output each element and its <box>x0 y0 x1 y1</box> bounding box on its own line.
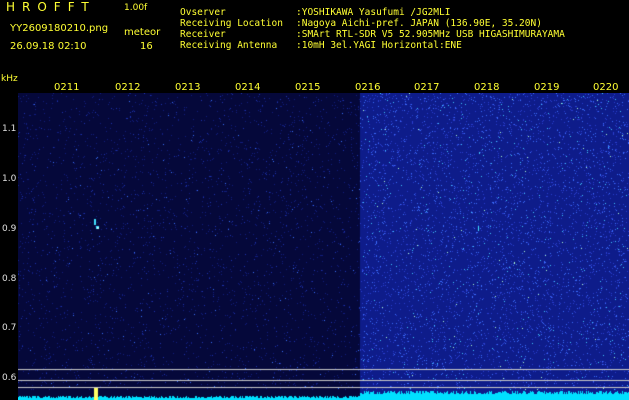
time-label: 0212 <box>115 82 141 93</box>
observer-key: Ovserver <box>180 7 226 18</box>
meteor-label: meteor <box>124 27 161 38</box>
freq-label: 1.1 <box>2 124 17 134</box>
time-label: 0214 <box>235 82 261 93</box>
time-label: 0216 <box>355 82 381 93</box>
time-label: 0217 <box>414 82 440 93</box>
datetime-label: 26.09.18 02:10 <box>10 41 87 52</box>
meteor-count: 16 <box>140 41 153 52</box>
freq-label: 1.0 <box>2 174 17 184</box>
time-label: 0211 <box>54 82 80 93</box>
receiver-key: Receiver <box>180 29 226 40</box>
freq-label: 0.9 <box>2 224 17 234</box>
freq-label: 0.7 <box>2 323 17 333</box>
antenna-key: Receiving Antenna <box>180 40 278 51</box>
time-label: 0215 <box>295 82 321 93</box>
time-label: 0218 <box>474 82 500 93</box>
freq-unit-label: kHz <box>1 74 18 84</box>
time-label: 0213 <box>175 82 201 93</box>
observer-value: :YOSHIKAWA Yasufumi /JG2MLI <box>296 7 451 18</box>
antenna-value: :10mH 3el.YAGI Horizontal:ENE <box>296 40 462 51</box>
file-name: YY2609180210.png <box>10 23 109 34</box>
app-title: HROFFT <box>6 0 96 14</box>
time-label: 0220 <box>593 82 619 93</box>
version-label: 1.00f <box>124 3 148 13</box>
freq-label: 0.8 <box>2 274 17 284</box>
header-panel: HROFFT 1.00f YY2609180210.png meteor 26.… <box>0 0 629 74</box>
location-key: Receiving Location <box>180 18 283 29</box>
location-value: :Nagoya Aichi-pref. JAPAN (136.90E, 35.2… <box>296 18 542 29</box>
spectrogram-canvas <box>18 93 629 400</box>
time-label: 0219 <box>534 82 560 93</box>
freq-label: 0.6 <box>2 373 17 383</box>
receiver-value: :SMArt RTL-SDR V5 52.905MHz USB HIGASHIM… <box>296 29 565 40</box>
